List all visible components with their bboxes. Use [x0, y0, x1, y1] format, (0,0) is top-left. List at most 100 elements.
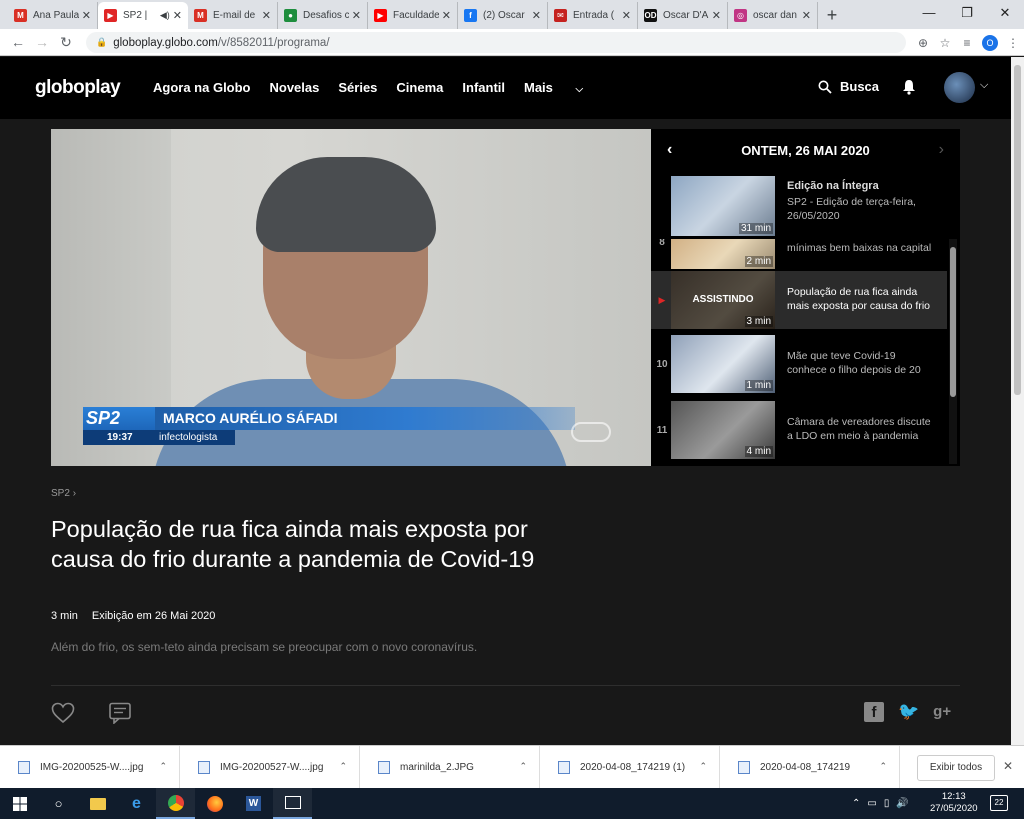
account-chevron-icon[interactable]: ⌵ — [980, 79, 988, 92]
task-view-icon[interactable]: ○ — [39, 788, 78, 819]
download-item[interactable]: 2020-04-08_174219 ⌃ — [720, 745, 900, 789]
close-tab-icon[interactable]: ✕ — [352, 9, 361, 22]
playlist-item-duration: 3 min — [744, 316, 773, 327]
word-icon[interactable]: W — [234, 788, 273, 819]
bookmark-star-icon[interactable]: ☆ — [934, 36, 956, 50]
next-day-icon[interactable]: › — [939, 141, 944, 159]
bell-icon[interactable] — [902, 79, 916, 95]
playlist-item-11[interactable]: 11 4 min Câmara de vereadores discute a … — [651, 401, 947, 459]
main-nav: Agora na Globo Novelas Séries Cinema Inf… — [153, 80, 621, 95]
restore-icon[interactable]: ❐ — [948, 0, 986, 26]
nav-cinema[interactable]: Cinema — [396, 80, 443, 95]
tab-title: E-mail de — [213, 10, 256, 21]
browser-tab[interactable]: ✉ Entrada (✕ — [548, 2, 638, 29]
nav-novelas[interactable]: Novelas — [270, 80, 320, 95]
browser-tab[interactable]: M Ana Paula ✕ — [8, 2, 98, 29]
close-tab-icon[interactable]: ✕ — [712, 9, 721, 22]
globoplay-logo[interactable]: globoplay — [35, 77, 121, 99]
address-bar[interactable]: 🔒 globoplay.globo.com/v/8582011/programa… — [86, 32, 906, 53]
file-explorer-icon[interactable] — [78, 788, 117, 819]
edge-icon[interactable]: e — [117, 788, 156, 819]
close-downloads-icon[interactable]: ✕ — [1003, 759, 1013, 773]
browser-tab[interactable]: ▶ Faculdade ✕ — [368, 2, 458, 29]
back-icon[interactable]: ← — [6, 34, 30, 50]
tab-title: oscar dan — [753, 10, 797, 21]
twitter-share-icon[interactable]: 🐦 — [898, 702, 919, 722]
download-item[interactable]: IMG-20200525-W....jpg ⌃ — [0, 745, 180, 789]
add-icon[interactable]: ⊕ — [912, 36, 934, 50]
menu-dots-icon[interactable]: ⋮ — [1002, 36, 1024, 50]
browser-tab[interactable]: ◎ oscar dan ✕ — [728, 2, 818, 29]
playlist-scrollbar[interactable] — [949, 239, 957, 464]
download-options-icon[interactable]: ⌃ — [699, 761, 707, 772]
windows-start-icon[interactable] — [0, 788, 39, 819]
minimize-icon[interactable]: — — [910, 0, 948, 26]
page-scrollbar-thumb[interactable] — [1014, 65, 1021, 395]
media-queue-icon[interactable]: ≡ — [956, 36, 978, 50]
browser-tab[interactable]: M E-mail de ✕ — [188, 2, 278, 29]
download-options-icon[interactable]: ⌃ — [339, 761, 347, 772]
download-options-icon[interactable]: ⌃ — [159, 761, 167, 772]
new-tab-icon[interactable]: + — [818, 2, 846, 29]
forward-icon[interactable]: → — [30, 34, 54, 50]
audio-playing-icon[interactable]: ◀) — [160, 10, 170, 21]
sp2-bug-text: SP2 — [86, 408, 121, 428]
nav-mais[interactable]: Mais ⌵ — [524, 80, 602, 95]
tab-title: Ana Paula — [33, 10, 79, 21]
globoplay-page: globoplay Agora na Globo Novelas Séries … — [0, 57, 1011, 745]
close-tab-icon[interactable]: ✕ — [532, 9, 541, 22]
playlist-item-8[interactable]: 8 2 min mínimas bem baixas na capital — [651, 239, 947, 269]
search-button[interactable]: Busca — [818, 79, 879, 94]
close-tab-icon[interactable]: ✕ — [622, 9, 631, 22]
google-plus-share-icon[interactable]: g+ — [933, 702, 951, 722]
nav-infantil[interactable]: Infantil — [462, 80, 505, 95]
comment-icon[interactable] — [108, 702, 132, 724]
youtube-icon: ▶ — [374, 9, 387, 22]
profile-avatar[interactable]: O — [982, 34, 998, 51]
chevron-down-icon: ⌵ — [575, 84, 584, 95]
playlist-item-current[interactable]: ▶ ASSISTINDO 3 min População de rua fica… — [651, 271, 947, 329]
nav-agora-na-globo[interactable]: Agora na Globo — [153, 80, 251, 95]
playlist-thumbnail: 1 min — [671, 335, 775, 393]
nav-series[interactable]: Séries — [338, 80, 377, 95]
download-filename: 2020-04-08_174219 (1) — [580, 761, 686, 773]
playlist-item-duration: 1 min — [744, 380, 773, 391]
close-tab-icon[interactable]: ✕ — [442, 9, 451, 22]
network-icon[interactable]: ▭ — [867, 798, 876, 809]
browser-tab[interactable]: ▶ SP2 | ◀) ✕ — [98, 2, 188, 29]
playlist-item-10[interactable]: 10 1 min Mãe que teve Covid-19 conhece o… — [651, 335, 947, 393]
notifications-badge[interactable]: 22 — [990, 795, 1008, 811]
tray-chevron-icon[interactable]: ⌃ — [852, 798, 860, 809]
firefox-icon[interactable] — [195, 788, 234, 819]
show-all-downloads-button[interactable]: Exibir todos — [917, 755, 995, 781]
reload-icon[interactable]: ↻ — [54, 34, 78, 51]
breadcrumb[interactable]: SP2 › — [51, 488, 76, 499]
close-tab-icon[interactable]: ✕ — [262, 9, 271, 22]
video-player[interactable]: SP2 19:37 MARCO AURÉLIO SÁFADI infectolo… — [51, 129, 651, 466]
browser-tab[interactable]: ● Desafios c ✕ — [278, 2, 368, 29]
user-avatar[interactable] — [944, 72, 975, 103]
download-item[interactable]: 2020-04-08_174219 (1) ⌃ — [540, 745, 720, 789]
close-tab-icon[interactable]: ✕ — [82, 9, 91, 22]
browser-tab[interactable]: OD Oscar D'A ✕ — [638, 2, 728, 29]
playlist-scrollbar-thumb[interactable] — [950, 247, 956, 397]
facebook-share-icon[interactable]: f — [864, 702, 884, 722]
download-options-icon[interactable]: ⌃ — [519, 761, 527, 772]
download-item[interactable]: IMG-20200527-W....jpg ⌃ — [180, 745, 360, 789]
close-tab-icon[interactable]: ✕ — [173, 9, 182, 22]
previous-day-icon[interactable]: ‹ — [667, 141, 672, 159]
download-options-icon[interactable]: ⌃ — [879, 761, 887, 772]
heart-icon[interactable] — [51, 702, 75, 724]
featured-episode[interactable]: 31 min Edição na Íntegra SP2 - Edição de… — [651, 171, 960, 238]
battery-icon[interactable]: ▯ — [884, 798, 890, 809]
close-window-icon[interactable]: ✕ — [986, 0, 1024, 26]
close-tab-icon[interactable]: ✕ — [802, 9, 811, 22]
page-scrollbar[interactable] — [1011, 57, 1024, 745]
playlist-date: ONTEM, 26 MAI 2020 — [741, 142, 870, 158]
photos-icon[interactable] — [273, 788, 312, 819]
system-clock[interactable]: 12:13 27/05/2020 — [930, 791, 978, 815]
browser-tab[interactable]: f (2) Oscar ✕ — [458, 2, 548, 29]
volume-icon[interactable]: 🔊 — [896, 798, 908, 809]
download-item[interactable]: marinilda_2.JPG ⌃ — [360, 745, 540, 789]
chrome-icon[interactable] — [156, 788, 195, 819]
